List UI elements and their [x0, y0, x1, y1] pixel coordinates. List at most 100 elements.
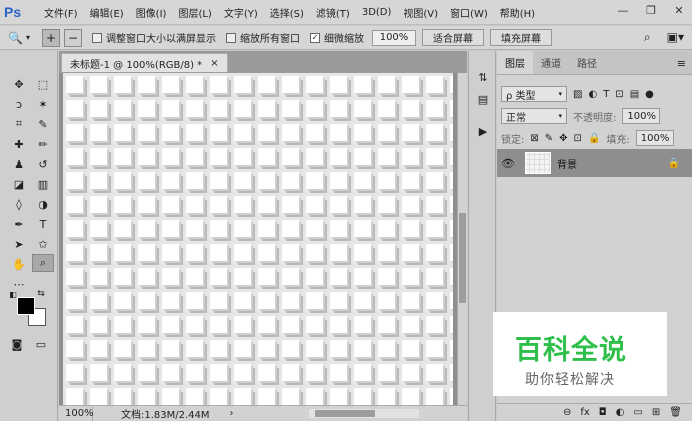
scrubby-zoom-option[interactable]: ✓ 细微缩放: [310, 30, 364, 45]
scrubby-zoom-label: 细微缩放: [324, 34, 364, 45]
dodge-tool-icon[interactable]: ◑: [32, 195, 54, 213]
layer-filter-select[interactable]: ρ 类型 ▾: [501, 86, 567, 102]
workspace-icon[interactable]: ▣▾: [667, 30, 684, 45]
canvas[interactable]: [63, 73, 453, 405]
healing-brush-icon[interactable]: ✚: [8, 135, 30, 153]
zoom-in-button[interactable]: +: [42, 28, 60, 47]
filter-toggle-icon[interactable]: ●: [645, 89, 654, 100]
menu-window[interactable]: 窗口(W): [444, 5, 494, 20]
layer-row-background[interactable]: 👁 背景 🔒: [497, 149, 692, 177]
tab-paths[interactable]: 路径: [569, 51, 605, 74]
document-tab[interactable]: 未标题-1 @ 100%(RGB/8) * ×: [61, 53, 228, 72]
restore-button[interactable]: ❐: [644, 3, 658, 17]
gradient-tool-icon[interactable]: ▥: [32, 175, 54, 193]
layer-lock-icon: 🔒: [667, 157, 680, 169]
horizontal-scrollbar[interactable]: [309, 409, 419, 418]
quick-mask-icon[interactable]: ◙: [6, 335, 28, 353]
lock-paint-icon[interactable]: ✎: [545, 133, 553, 144]
new-group-icon[interactable]: ▭: [633, 407, 642, 418]
new-layer-icon[interactable]: ⊞: [652, 407, 660, 418]
resize-windows-checkbox[interactable]: [92, 32, 102, 43]
minimize-button[interactable]: —: [616, 3, 630, 17]
menu-edit[interactable]: 编辑(E): [84, 5, 130, 20]
fill-field[interactable]: 100%: [635, 130, 674, 146]
opacity-field[interactable]: 100%: [622, 108, 661, 124]
link-layers-icon[interactable]: ⊖: [563, 407, 571, 418]
lock-pixels-icon[interactable]: ⊠: [530, 133, 538, 144]
close-tab-icon[interactable]: ×: [210, 58, 218, 69]
zoom-tool-icon[interactable]: ⌕: [32, 254, 54, 272]
zoom-all-checkbox[interactable]: [226, 32, 236, 43]
resize-windows-option[interactable]: 调整窗口大小以满屏显示: [92, 30, 216, 45]
chevron-down-icon: ▾: [558, 90, 562, 98]
visibility-eye-icon[interactable]: 👁: [497, 157, 519, 170]
type-tool-icon[interactable]: T: [32, 215, 54, 233]
close-button[interactable]: ✕: [672, 3, 686, 17]
canvas-area[interactable]: [59, 73, 457, 405]
eyedropper-icon[interactable]: ✎: [32, 115, 54, 133]
blend-mode-value: 正常: [506, 112, 526, 124]
layer-style-icon[interactable]: fx: [580, 407, 589, 418]
crop-tool-icon[interactable]: ⌗: [8, 115, 30, 133]
info-menu-arrow[interactable]: ›: [230, 408, 234, 419]
history-panel-icon[interactable]: ⇅: [475, 69, 491, 85]
menu-type[interactable]: 文字(Y): [218, 5, 264, 20]
lasso-tool-icon[interactable]: ↄ: [8, 95, 30, 113]
filter-adjust-icon[interactable]: ◐: [588, 89, 597, 100]
menu-image[interactable]: 图像(I): [130, 5, 173, 20]
menu-filter[interactable]: 滤镜(T): [310, 5, 356, 20]
zoom-out-button[interactable]: −: [64, 28, 82, 47]
menu-help[interactable]: 帮助(H): [494, 5, 541, 20]
filter-smart-icon[interactable]: ▤: [630, 89, 639, 100]
lock-artboard-icon[interactable]: ⊡: [574, 133, 582, 144]
zoom-tool-icon: 🔍: [8, 30, 23, 45]
zoom-all-label: 缩放所有窗口: [240, 34, 300, 45]
fill-screen-button[interactable]: 填充屏幕: [490, 29, 552, 46]
swap-colors-icon[interactable]: ⇆: [36, 289, 46, 299]
tab-layers[interactable]: 图层: [497, 51, 533, 74]
delete-layer-icon[interactable]: 🗑: [669, 407, 682, 418]
marquee-tool-icon[interactable]: ⬚: [32, 75, 54, 93]
status-zoom[interactable]: 100%: [59, 406, 94, 421]
add-mask-icon[interactable]: ◘: [599, 407, 607, 418]
scrubby-zoom-checkbox[interactable]: ✓: [310, 32, 320, 43]
blur-tool-icon[interactable]: ◊: [8, 195, 30, 213]
path-selection-icon[interactable]: ➤: [8, 235, 30, 253]
shape-tool-icon[interactable]: ✩: [32, 235, 54, 253]
adjustment-layer-icon[interactable]: ◐: [616, 407, 625, 418]
vertical-scrollbar[interactable]: [457, 73, 467, 405]
pen-tool-icon[interactable]: ✒: [8, 215, 30, 233]
filter-pixel-icon[interactable]: ▨: [573, 89, 582, 100]
menu-file[interactable]: 文件(F): [38, 5, 84, 20]
vertical-scroll-thumb[interactable]: [459, 213, 466, 303]
brush-tool-icon[interactable]: ✏: [32, 135, 54, 153]
foreground-color-swatch[interactable]: [17, 297, 35, 315]
menu-layer[interactable]: 图层(L): [172, 5, 217, 20]
layer-filter-row: ρ 类型 ▾ ▨ ◐ T ⊡ ▤ ●: [501, 86, 654, 102]
zoom-percent-field[interactable]: 100%: [372, 29, 416, 46]
move-tool-icon[interactable]: ✥: [8, 75, 30, 93]
menu-select[interactable]: 选择(S): [264, 5, 310, 20]
magic-wand-icon[interactable]: ✶: [32, 95, 54, 113]
menu-view[interactable]: 视图(V): [397, 5, 444, 20]
blend-mode-select[interactable]: 正常 ▾: [501, 108, 567, 124]
filter-type-icon[interactable]: T: [603, 89, 609, 100]
panel-menu-icon[interactable]: ≡: [677, 57, 686, 70]
filter-shape-icon[interactable]: ⊡: [615, 89, 623, 100]
fit-screen-button[interactable]: 适合屏幕: [422, 29, 484, 46]
history-brush-icon[interactable]: ↺: [32, 155, 54, 173]
actions-play-icon[interactable]: ▶: [475, 123, 491, 139]
tool-preset-picker[interactable]: 🔍 ▾: [8, 28, 38, 48]
zoom-all-option[interactable]: 缩放所有窗口: [226, 30, 300, 45]
lock-position-icon[interactable]: ✥: [559, 133, 567, 144]
search-icon[interactable]: ⌕: [644, 30, 651, 45]
screen-mode-icon[interactable]: ▭: [30, 335, 52, 353]
eraser-tool-icon[interactable]: ◪: [8, 175, 30, 193]
lock-all-icon[interactable]: 🔒: [588, 133, 600, 144]
properties-panel-icon[interactable]: ▤: [475, 91, 491, 107]
tab-channels[interactable]: 通道: [533, 51, 569, 74]
hand-tool-icon[interactable]: ✋: [8, 255, 30, 273]
horizontal-scroll-thumb[interactable]: [315, 410, 375, 417]
stamp-tool-icon[interactable]: ♟: [8, 155, 30, 173]
menu-3d[interactable]: 3D(D): [356, 7, 398, 18]
